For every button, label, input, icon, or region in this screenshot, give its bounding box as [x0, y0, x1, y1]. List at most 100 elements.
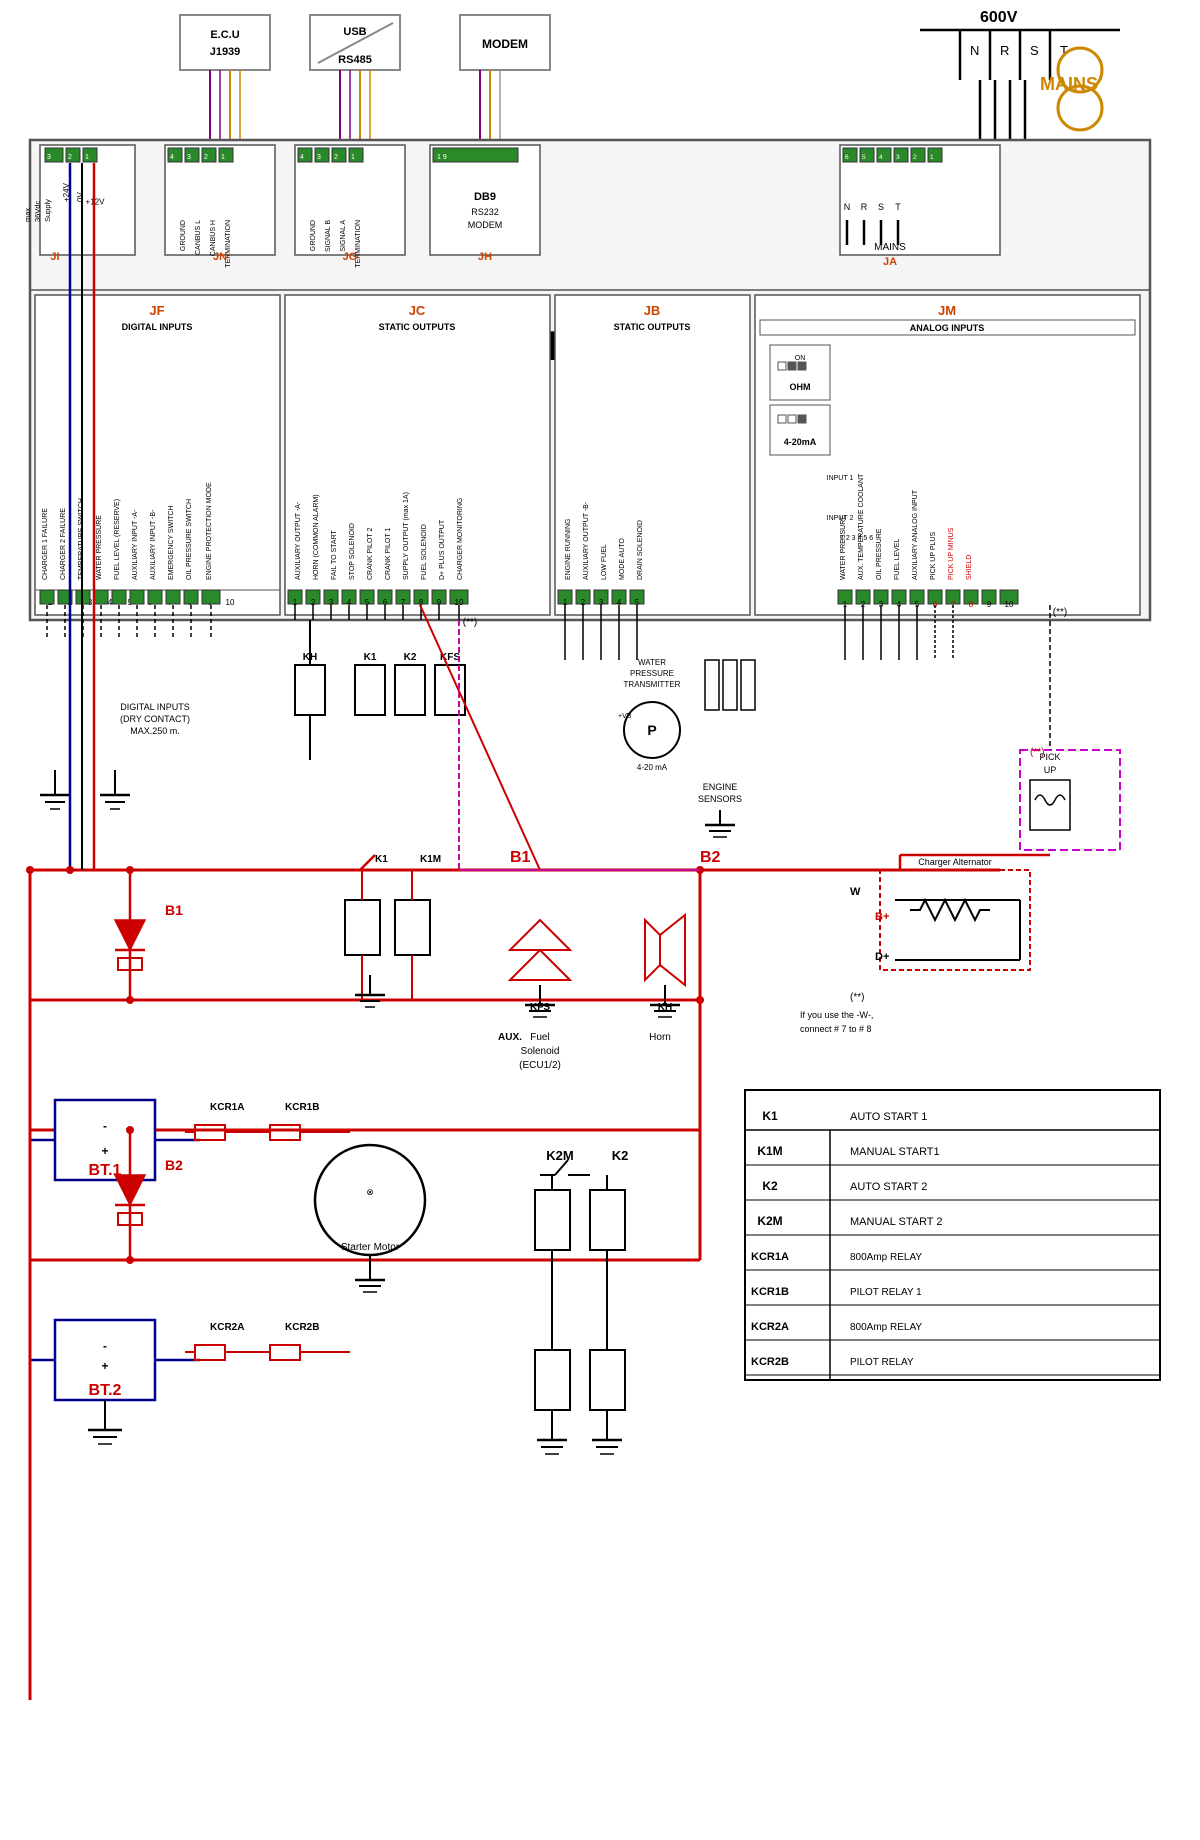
b1-upper: B1 — [165, 902, 183, 918]
phase-n: N — [970, 43, 979, 58]
svg-text:CHARGER 2 FAILURE: CHARGER 2 FAILURE — [60, 508, 67, 580]
horn-label: Horn — [649, 1032, 671, 1043]
svg-text:AUXILIARY OUTPUT -A-: AUXILIARY OUTPUT -A- — [295, 501, 302, 580]
b1-label-mid: B1 — [510, 849, 531, 866]
svg-text:4: 4 — [879, 154, 883, 161]
svg-text:SIGNAL B: SIGNAL B — [325, 220, 332, 252]
svg-text:PRESSURE: PRESSURE — [630, 669, 674, 678]
ohm-label: OHM — [790, 382, 811, 392]
svg-text:LOW FUEL: LOW FUEL — [601, 544, 608, 580]
svg-text:FUEL LEVEL: FUEL LEVEL — [894, 539, 901, 580]
ecu-sub: J1939 — [210, 46, 241, 58]
svg-text:3: 3 — [47, 154, 51, 161]
legend-kcr1b-desc: PILOT RELAY 1 — [850, 1287, 922, 1298]
svg-text:EMERGENCY SWITCH: EMERGENCY SWITCH — [168, 505, 175, 580]
svg-text:(DRY CONTACT): (DRY CONTACT) — [120, 714, 190, 724]
svg-text:AUX. TEMPERATURE COOLANT: AUX. TEMPERATURE COOLANT — [858, 473, 865, 580]
legend-k1-desc: AUTO START 1 — [850, 1111, 927, 1123]
svg-text:+: + — [101, 1359, 108, 1373]
legend-kcr2a: KCR2A — [751, 1321, 789, 1333]
svg-text:5: 5 — [862, 154, 866, 161]
svg-text:SUPPLY OUTPUT (max 1A): SUPPLY OUTPUT (max 1A) — [403, 492, 410, 580]
svg-text:R: R — [861, 202, 868, 212]
svg-text:1: 1 — [221, 154, 225, 161]
svg-text:1 2 3 4 5 6: 1 2 3 4 5 6 — [840, 535, 873, 542]
svg-text:PICK UP PLUS: PICK UP PLUS — [930, 532, 937, 580]
kcr2b-label: KCR2B — [285, 1322, 319, 1333]
svg-text:1: 1 — [85, 154, 89, 161]
svg-text:Supply: Supply — [43, 199, 52, 222]
svg-text:2: 2 — [334, 154, 338, 161]
engine-sensors: ENGINE — [703, 782, 738, 792]
wiring-diagram: 600V T S R N MAINS E.C.U J1939 USB RS485… — [0, 0, 1200, 1840]
svg-text:CRANK PILOT 1: CRANK PILOT 1 — [385, 528, 392, 580]
svg-text:+: + — [101, 1144, 108, 1158]
svg-text:1: 1 — [351, 154, 355, 161]
svg-text:SHIELD: SHIELD — [966, 555, 973, 580]
jc-label: JC — [409, 303, 426, 318]
svg-text:GROUND: GROUND — [180, 220, 187, 251]
svg-text:+VB: +VB — [618, 713, 632, 720]
dry-contact-note: DIGITAL INPUTS — [120, 702, 190, 712]
svg-text:S: S — [878, 202, 884, 212]
phase-r: R — [1000, 43, 1009, 58]
svg-text:FUEL LEVEL (RESERVE): FUEL LEVEL (RESERVE) — [114, 499, 121, 580]
svg-text:TRANSMITTER: TRANSMITTER — [624, 680, 681, 689]
svg-text:SIGNAL A: SIGNAL A — [340, 220, 347, 252]
svg-text:Solenoid: Solenoid — [521, 1046, 560, 1057]
svg-text:AUXILIARY INPUT -A-: AUXILIARY INPUT -A- — [132, 509, 139, 580]
aux-label: AUX. — [498, 1032, 522, 1043]
svg-text:OIL PRESSURE SWITCH: OIL PRESSURE SWITCH — [186, 499, 193, 580]
svg-text:CHARGER 1 FAILURE: CHARGER 1 FAILURE — [42, 508, 49, 580]
phase-s: S — [1030, 43, 1039, 58]
svg-text:FAIL TO START: FAIL TO START — [331, 529, 338, 580]
svg-text:⊗: ⊗ — [366, 1187, 374, 1197]
svg-text:4-20 mA: 4-20 mA — [637, 763, 668, 772]
svg-text:CANBUS L: CANBUS L — [195, 220, 202, 255]
legend-k2m-desc: MANUAL START 2 — [850, 1216, 943, 1228]
legend-k2: K2 — [762, 1179, 778, 1193]
svg-text:AUXILIARY INPUT -B-: AUXILIARY INPUT -B- — [150, 509, 157, 580]
svg-text:T: T — [895, 202, 901, 212]
svg-text:N: N — [844, 202, 851, 212]
svg-text:ON: ON — [795, 355, 806, 362]
svg-text:AUXILIARY ANALOG INPUT: AUXILIARY ANALOG INPUT — [912, 489, 919, 580]
jh-label: JH — [478, 251, 492, 263]
svg-text:MAINS: MAINS — [874, 242, 906, 253]
usb-label: USB — [343, 26, 366, 38]
jn-label: JN — [213, 251, 227, 263]
legend-kcr1a: KCR1A — [751, 1251, 789, 1263]
svg-text:(ECU1/2): (ECU1/2) — [519, 1060, 561, 1071]
svg-text:-: - — [103, 1339, 107, 1353]
svg-text:max: max — [23, 208, 32, 222]
modem-label: MODEM — [482, 37, 528, 51]
svg-text:8: 8 — [969, 600, 974, 609]
jg-label: JG — [343, 251, 358, 263]
ji-pin2: 0V — [76, 192, 85, 202]
svg-text:2: 2 — [68, 154, 72, 161]
legend-kcr1a-desc: 800Amp RELAY — [850, 1252, 922, 1263]
legend-kcr1b: KCR1B — [751, 1286, 789, 1298]
note-star3: (**) — [850, 992, 864, 1003]
k1m-label-top: K1M — [420, 854, 441, 865]
bt2-label: BT.2 — [89, 1382, 122, 1399]
svg-text:CRANK PILOT 2: CRANK PILOT 2 — [367, 528, 374, 580]
jf-label: JF — [149, 303, 164, 318]
svg-text:3: 3 — [317, 154, 321, 161]
jf-section: DIGITAL INPUTS — [122, 322, 193, 332]
svg-text:6: 6 — [845, 154, 849, 161]
note-star1: (**) — [463, 617, 477, 628]
pickup-note: (**) — [1030, 747, 1044, 758]
k2m-label: K2M — [546, 1148, 573, 1163]
svg-text:1: 1 — [930, 154, 934, 161]
svg-text:3: 3 — [187, 154, 191, 161]
k2-relay-sym: K2 — [404, 652, 417, 663]
svg-text:AUXILIARY OUTPUT -B-: AUXILIARY OUTPUT -B- — [583, 501, 590, 580]
svg-text:CHARGER MONITORING: CHARGER MONITORING — [457, 498, 464, 580]
svg-text:36Vdc: 36Vdc — [33, 200, 42, 222]
svg-text:UP: UP — [1044, 765, 1057, 775]
jb-label: JB — [644, 303, 661, 318]
fuel-solenoid-label: Fuel — [530, 1032, 549, 1043]
legend-kcr2a-desc: 800Amp RELAY — [850, 1322, 922, 1333]
svg-text:10: 10 — [226, 598, 235, 607]
